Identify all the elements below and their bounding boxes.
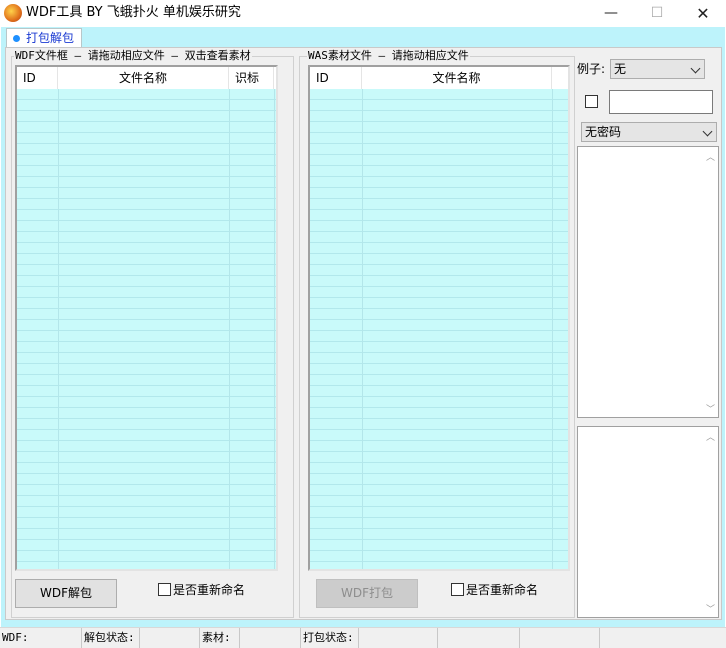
status-unpack: 解包状态: [82, 628, 140, 648]
status-bar: WDF: 解包状态: 素材: 打包状态: [0, 627, 726, 648]
chevron-down-icon [690, 63, 701, 74]
app-icon [4, 4, 22, 22]
wdf-list-body[interactable] [17, 89, 276, 569]
scroll-up-icon[interactable]: ︿ [706, 430, 715, 443]
status-pack: 打包状态: [301, 628, 359, 648]
wdf-rename-label: 是否重新命名 [173, 583, 246, 597]
wdf-file-list[interactable]: ID 文件名称 识标 [15, 65, 278, 571]
status-material: 素材: [200, 628, 240, 648]
password-select-value: 无密码 [585, 125, 622, 139]
info-memo-bottom[interactable]: ︿ ﹀ [577, 426, 719, 618]
wdf-unpack-button[interactable]: WDF解包 [15, 579, 117, 608]
wdf-col-filename[interactable]: 文件名称 [58, 67, 229, 89]
wdf-col-id[interactable]: ID [17, 67, 58, 89]
status-unpack-value [140, 628, 200, 648]
tab-dot-icon [13, 35, 20, 42]
info-memo-top[interactable]: ︿ ﹀ [577, 146, 719, 418]
wdf-rename-checkbox[interactable] [158, 583, 171, 596]
wdf-group-label: WDF文件框 — 请拖动相应文件 — 双击查看素材 [14, 49, 252, 63]
maximize-button[interactable]: ☐ [634, 0, 680, 27]
status-material-value [240, 628, 301, 648]
chevron-down-icon [702, 126, 713, 137]
option-checkbox[interactable] [585, 95, 598, 108]
status-wdf: WDF: [0, 628, 82, 648]
param-text-input[interactable] [609, 90, 713, 114]
status-extra-1 [438, 628, 520, 648]
tab-label: 打包解包 [26, 31, 75, 45]
wdf-pack-button[interactable]: WDF打包 [316, 579, 418, 608]
status-extra-2 [520, 628, 600, 648]
minimize-button[interactable]: — [588, 0, 634, 27]
example-select[interactable]: 无 [610, 59, 705, 79]
was-file-list[interactable]: ID 文件名称 [308, 65, 570, 571]
was-rename-label: 是否重新命名 [466, 583, 539, 597]
status-extra-3 [600, 628, 726, 648]
scroll-up-icon[interactable]: ︿ [706, 150, 715, 163]
was-col-filename[interactable]: 文件名称 [362, 67, 552, 89]
title-bar[interactable]: WDF工具 BY 飞蛾扑火 单机娱乐研究 — ☐ ✕ [0, 0, 726, 27]
wdf-col-tag[interactable]: 识标 [229, 67, 274, 89]
example-select-value: 无 [614, 62, 627, 76]
scroll-down-icon[interactable]: ﹀ [706, 402, 715, 415]
was-group-label: WAS素材文件 — 请拖动相应文件 [307, 49, 470, 63]
status-pack-value [359, 628, 438, 648]
password-select[interactable]: 无密码 [581, 122, 717, 142]
wdf-list-header: ID 文件名称 识标 [17, 67, 276, 90]
was-rename-checkbox[interactable] [451, 583, 464, 596]
window-title: WDF工具 BY 飞蛾扑火 单机娱乐研究 [26, 5, 241, 20]
was-list-body[interactable] [310, 89, 568, 569]
tab-pack-unpack[interactable]: 打包解包 [6, 28, 82, 47]
example-label: 例子: [577, 62, 606, 76]
was-list-header: ID 文件名称 [310, 67, 568, 90]
scroll-down-icon[interactable]: ﹀ [706, 602, 715, 615]
was-col-id[interactable]: ID [310, 67, 362, 89]
close-button[interactable]: ✕ [680, 0, 726, 27]
